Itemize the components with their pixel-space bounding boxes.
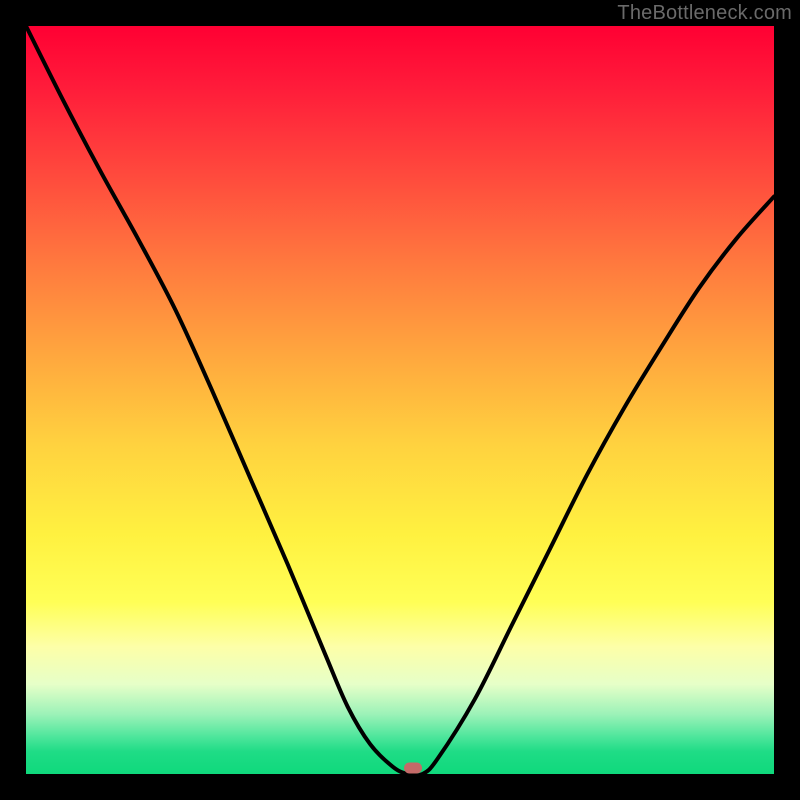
plot-area: [26, 26, 774, 774]
watermark-text: TheBottleneck.com: [617, 2, 792, 25]
chart-frame: TheBottleneck.com: [0, 0, 800, 800]
minimum-marker: [404, 763, 422, 774]
